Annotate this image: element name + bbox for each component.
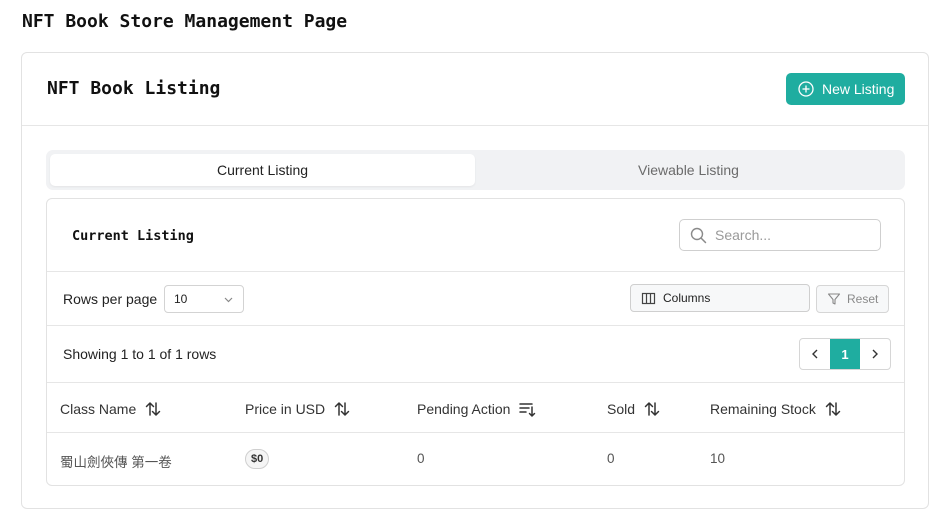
cell-sold: 0 (607, 451, 615, 466)
sort-descending-icon (519, 403, 536, 417)
reset-button[interactable]: Reset (816, 285, 889, 313)
prev-page-button[interactable] (800, 339, 830, 369)
panel-title: Current Listing (72, 228, 194, 244)
listing-card: NFT Book Listing New Listing Current Lis… (21, 52, 929, 509)
column-header-label: Remaining Stock (710, 401, 816, 417)
cell-class-name: 蜀山劍俠傳 第一卷 (60, 455, 172, 470)
rows-per-page-label: Rows per page (63, 291, 158, 307)
filter-icon (827, 293, 841, 305)
cell-remaining-stock: 10 (710, 451, 726, 466)
current-listing-panel: Current Listing Rows per page 10 Columns (46, 198, 905, 486)
page-title: NFT Book Store Management Page (22, 11, 348, 32)
column-header-class-name[interactable]: Class Name (60, 398, 162, 420)
column-header-label: Sold (607, 401, 636, 417)
divider (47, 382, 904, 383)
search-icon (690, 227, 707, 243)
columns-label: Columns (663, 291, 711, 305)
column-header-sold[interactable]: Sold (607, 398, 661, 420)
column-header-label: Class Name (60, 401, 137, 417)
chevron-down-icon (224, 297, 233, 302)
tab-current-listing[interactable]: Current Listing (50, 154, 475, 186)
page-button-current[interactable]: 1 (830, 339, 860, 369)
sort-icon (825, 402, 841, 416)
sort-icon (334, 402, 350, 416)
next-page-button[interactable] (860, 339, 890, 369)
columns-button[interactable]: Columns (630, 284, 810, 312)
new-listing-button[interactable]: New Listing (786, 73, 905, 105)
new-listing-label: New Listing (822, 81, 895, 97)
sort-icon (146, 402, 161, 416)
rows-per-page-select[interactable]: 10 (164, 285, 244, 313)
column-header-pending-action[interactable]: Pending Action (417, 398, 536, 420)
sort-icon (644, 402, 660, 416)
divider (47, 432, 904, 433)
chevron-right-icon (872, 349, 878, 359)
search-box[interactable] (679, 219, 881, 251)
columns-icon (641, 292, 656, 304)
column-header-price[interactable]: Price in USD (245, 398, 351, 420)
column-header-remaining-stock[interactable]: Remaining Stock (710, 398, 842, 420)
card-title: NFT Book Listing (47, 78, 221, 99)
rows-per-page-value: 10 (174, 292, 188, 306)
reset-label: Reset (847, 292, 879, 306)
divider (47, 325, 904, 326)
column-header-label: Price in USD (245, 401, 326, 417)
column-header-label: Pending Action (417, 401, 511, 417)
search-input[interactable] (715, 227, 865, 243)
divider (47, 271, 904, 272)
showing-rows-text: Showing 1 to 1 of 1 rows (63, 346, 217, 362)
tab-viewable-listing[interactable]: Viewable Listing (476, 154, 901, 186)
listing-tabs: Current Listing Viewable Listing (46, 150, 905, 190)
plus-circle-icon (798, 81, 814, 97)
card-header: NFT Book Listing New Listing (22, 53, 928, 126)
chevron-left-icon (812, 349, 818, 359)
price-badge: $0 (245, 449, 270, 469)
pagination: 1 (799, 338, 891, 370)
cell-pending-action: 0 (417, 451, 425, 466)
